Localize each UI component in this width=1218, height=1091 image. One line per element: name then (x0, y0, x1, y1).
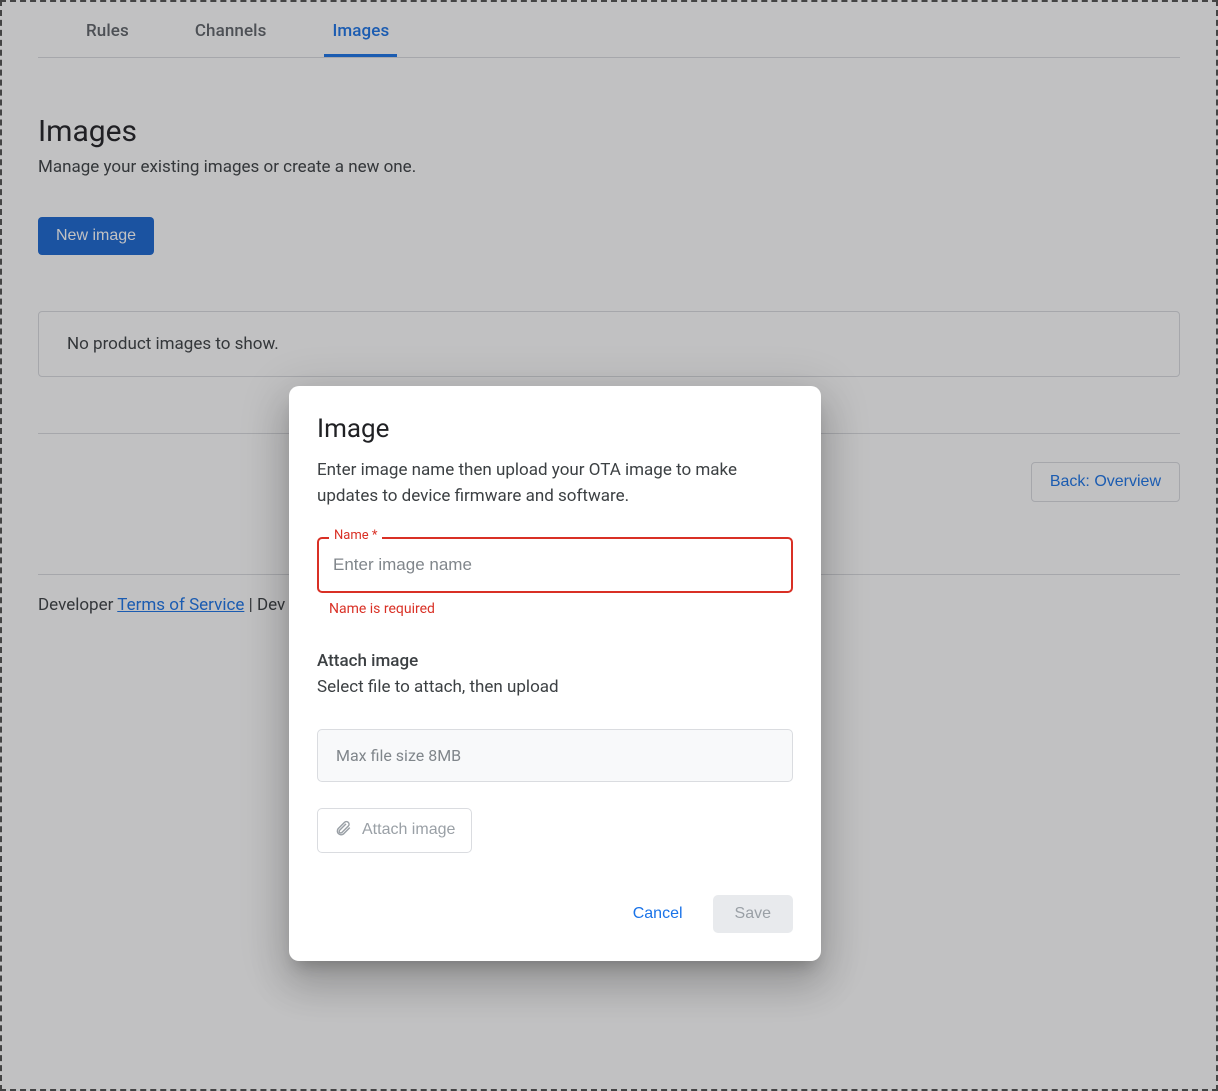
name-field-error: Name is required (329, 601, 793, 617)
attach-image-button[interactable]: Attach image (317, 808, 472, 853)
dialog-description: Enter image name then upload your OTA im… (317, 458, 793, 509)
image-dialog: Image Enter image name then upload your … (289, 386, 821, 961)
paperclip-icon (334, 819, 352, 842)
image-name-input[interactable] (317, 537, 793, 593)
file-size-hint: Max file size 8MB (317, 729, 793, 782)
dialog-title: Image (317, 414, 793, 444)
name-field-label: Name * (329, 528, 382, 543)
save-button: Save (713, 895, 793, 933)
attach-section-title: Attach image (317, 651, 793, 671)
cancel-button[interactable]: Cancel (623, 897, 693, 931)
attach-section-desc: Select file to attach, then upload (317, 675, 793, 701)
attach-image-label: Attach image (362, 821, 455, 839)
